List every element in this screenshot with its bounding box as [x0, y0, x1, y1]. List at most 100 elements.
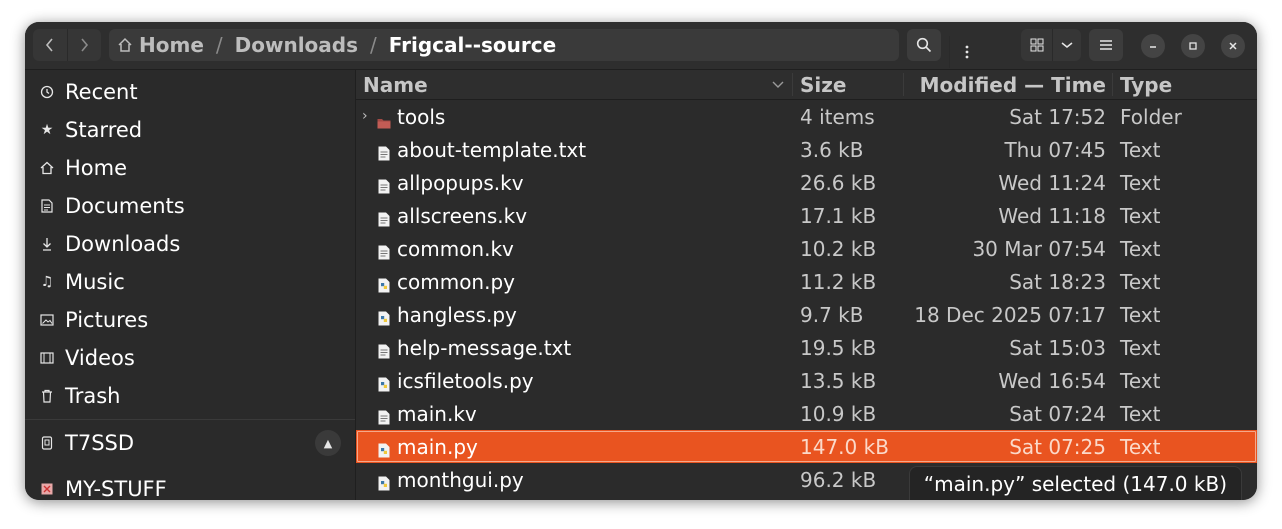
- file-name: main.kv: [397, 401, 477, 426]
- breadcrumb-downloads[interactable]: Downloads: [235, 33, 358, 57]
- view-options-button[interactable]: [1053, 29, 1081, 61]
- forward-button[interactable]: [67, 29, 101, 61]
- file-type: Text: [1120, 434, 1161, 459]
- file-name: icsfiletools.py: [397, 368, 534, 393]
- maximize-button[interactable]: [1181, 34, 1205, 58]
- sidebar-item-t7ssd[interactable]: T7SSD ▲: [25, 424, 355, 462]
- breadcrumb-home[interactable]: Home: [139, 33, 204, 57]
- text-file-icon: [378, 241, 390, 260]
- column-header: Name Size Modified — Time Type: [356, 70, 1257, 100]
- file-modified: Sat 07:24: [1009, 401, 1106, 426]
- breadcrumb-current-folder[interactable]: Frigcal--source: [389, 33, 556, 57]
- sidebar-item-documents[interactable]: Documents: [25, 187, 355, 225]
- file-modified: Sat 18:23: [1009, 269, 1106, 294]
- file-name: common.kv: [397, 236, 514, 261]
- file-row[interactable]: main.kv 10.9 kB Sat 07:24 Text: [356, 397, 1257, 430]
- grid-view-button[interactable]: [1021, 29, 1052, 61]
- python-file-icon: [378, 307, 390, 326]
- sidebar-item-label: Music: [65, 270, 125, 294]
- sidebar-item-pictures[interactable]: Pictures: [25, 301, 355, 339]
- close-button[interactable]: [1221, 34, 1245, 58]
- home-icon: [39, 161, 55, 175]
- search-icon: [916, 37, 932, 53]
- file-type: Text: [1120, 236, 1161, 261]
- sort-descending-icon[interactable]: [772, 81, 784, 89]
- sidebar-item-label: Starred: [65, 118, 143, 142]
- column-name[interactable]: Name: [363, 70, 428, 99]
- file-modified: Wed 11:18: [998, 203, 1106, 228]
- file-modified: Thu 07:45: [1004, 137, 1106, 162]
- sidebar-item-music[interactable]: ♫ Music: [25, 263, 355, 301]
- file-size: 10.9 kB: [800, 401, 877, 426]
- python-file-icon: [378, 373, 390, 392]
- sidebar-item-my-stuff[interactable]: MY-STUFF: [25, 470, 355, 500]
- eject-button[interactable]: ▲: [315, 430, 341, 456]
- trash-icon: [39, 389, 55, 403]
- sidebar-item-downloads[interactable]: Downloads: [25, 225, 355, 263]
- file-name: common.py: [397, 269, 515, 294]
- file-modified: Sat 15:03: [1009, 335, 1106, 360]
- file-name: tools: [397, 104, 446, 129]
- sidebar-divider: [25, 419, 355, 420]
- file-modified: Wed 16:54: [998, 368, 1106, 393]
- hamburger-icon: [1100, 40, 1112, 50]
- file-row[interactable]: hangless.py 9.7 kB 18 Dec 2025 07:17 Text: [356, 298, 1257, 331]
- file-row[interactable]: icsfiletools.py 13.5 kB Wed 16:54 Text: [356, 364, 1257, 397]
- text-file-icon: [378, 340, 390, 359]
- music-icon: ♫: [40, 274, 54, 290]
- file-size: 26.6 kB: [800, 170, 877, 195]
- sidebar-item-trash[interactable]: Trash: [25, 377, 355, 415]
- file-size: 11.2 kB: [800, 269, 877, 294]
- sidebar-item-home[interactable]: Home: [25, 149, 355, 187]
- search-button[interactable]: [907, 29, 941, 61]
- sidebar-item-label: Recent: [65, 80, 138, 104]
- home-icon: [117, 37, 133, 53]
- sidebar-item-starred[interactable]: ★ Starred: [25, 111, 355, 149]
- back-button[interactable]: [33, 29, 67, 61]
- file-row[interactable]: common.kv 10.2 kB 30 Mar 07:54 Text: [356, 232, 1257, 265]
- column-type[interactable]: Type: [1120, 70, 1172, 99]
- file-row[interactable]: about-template.txt 3.6 kB Thu 07:45 Text: [356, 133, 1257, 166]
- file-size: 3.6 kB: [800, 137, 864, 162]
- python-file-icon: [378, 472, 390, 491]
- picture-icon: [39, 314, 55, 326]
- sidebar: Recent ★ Starred Home Documents Download…: [25, 70, 356, 500]
- sidebar-item-videos[interactable]: Videos: [25, 339, 355, 377]
- column-divider: [792, 73, 793, 96]
- text-file-icon: [378, 208, 390, 227]
- download-icon: [39, 237, 55, 251]
- sidebar-item-label: Videos: [65, 346, 135, 370]
- file-row[interactable]: help-message.txt 19.5 kB Sat 15:03 Text: [356, 331, 1257, 364]
- eject-icon: ▲: [323, 436, 333, 450]
- sidebar-item-recent[interactable]: Recent: [25, 73, 355, 111]
- file-name: hangless.py: [397, 302, 517, 327]
- column-size[interactable]: Size: [800, 70, 846, 99]
- file-name: allpopups.kv: [397, 170, 524, 195]
- file-type: Text: [1120, 269, 1161, 294]
- file-modified: Sat 07:25: [1009, 434, 1106, 459]
- file-modified: 30 Mar 07:54: [972, 236, 1106, 261]
- file-row[interactable]: allscreens.kv 17.1 kB Wed 11:18 Text: [356, 199, 1257, 232]
- file-row[interactable]: › tools 4 items Sat 17:52 Folder: [356, 100, 1257, 133]
- file-size: 17.1 kB: [800, 203, 877, 228]
- file-name: monthgui.py: [397, 467, 524, 492]
- main-menu-button[interactable]: [1089, 29, 1123, 61]
- header-bar: Home / Downloads / Frigcal--source: [25, 22, 1257, 70]
- minimize-button[interactable]: [1141, 34, 1165, 58]
- close-icon: [1229, 42, 1237, 50]
- file-size: 147.0 kB: [800, 434, 889, 459]
- sidebar-item-label: Home: [65, 156, 128, 180]
- path-menu-button[interactable]: [949, 36, 984, 68]
- file-row[interactable]: main.py 147.0 kB Sat 07:25 Text: [356, 430, 1257, 463]
- file-row[interactable]: allpopups.kv 26.6 kB Wed 11:24 Text: [356, 166, 1257, 199]
- column-divider: [903, 73, 904, 96]
- expand-arrow-icon[interactable]: ›: [362, 108, 368, 124]
- file-manager-window: Home / Downloads / Frigcal--source Recen…: [25, 22, 1257, 500]
- column-modified[interactable]: Modified — Time: [920, 70, 1106, 99]
- file-type: Text: [1120, 170, 1161, 195]
- sidebar-item-label: Downloads: [65, 232, 181, 256]
- file-type: Text: [1120, 302, 1161, 327]
- file-row[interactable]: common.py 11.2 kB Sat 18:23 Text: [356, 265, 1257, 298]
- sidebar-item-label: Trash: [65, 384, 121, 408]
- file-size: 96.2 kB: [800, 467, 877, 492]
